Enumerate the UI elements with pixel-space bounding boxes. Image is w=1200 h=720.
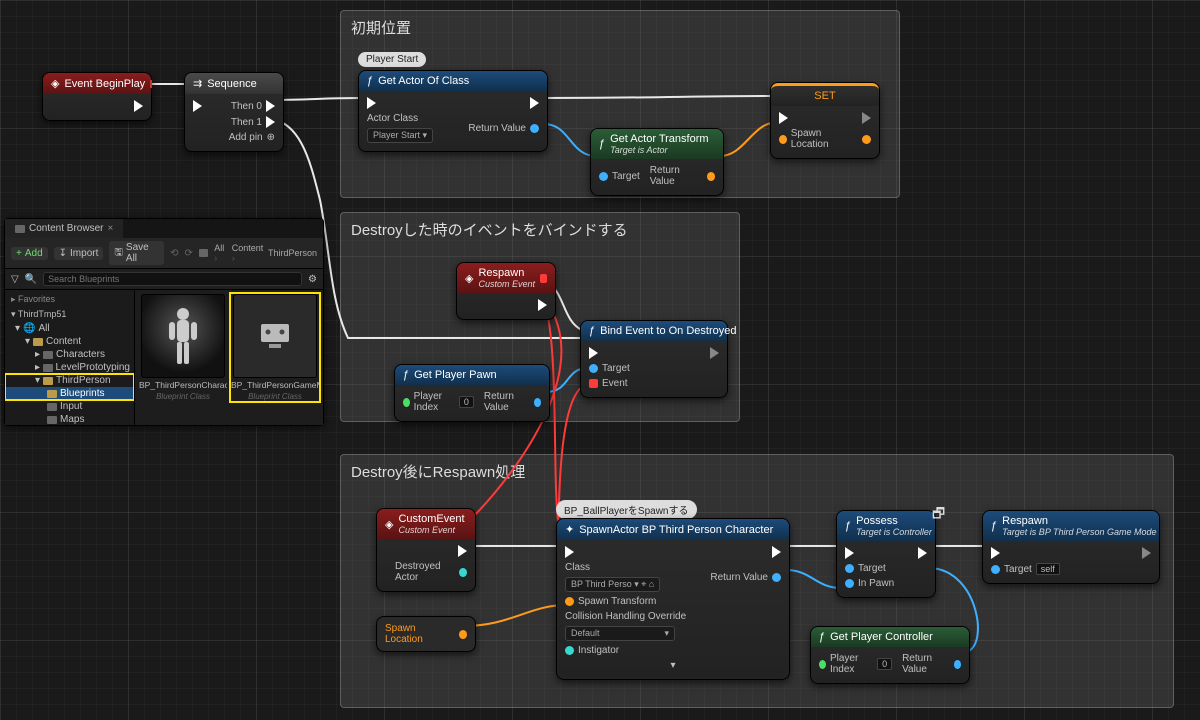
history-back-icon[interactable]: ⟲: [170, 248, 178, 259]
authority-icon: 🗗: [932, 503, 945, 527]
node-spawn-actor[interactable]: ✦SpawnActor BP Third Person Character Cl…: [556, 518, 790, 680]
comment-title: Destroy後にRespawn処理: [341, 455, 1173, 488]
node-sequence[interactable]: ⇉Sequence Then 0 Then 1 Add pin⊕: [184, 72, 284, 152]
bubble-player-start[interactable]: Player Start: [358, 52, 426, 67]
asset-bp-gamemode[interactable]: BP_ThirdPersonGameMode Blueprint Class: [231, 294, 319, 401]
function-icon: ƒ: [819, 631, 825, 643]
event-icon: ◈: [51, 77, 59, 90]
history-fwd-icon[interactable]: ⟳: [184, 248, 192, 259]
filter-icon[interactable]: ▽: [11, 274, 19, 285]
settings-icon[interactable]: ⚙: [308, 274, 317, 285]
event-icon: ◈: [385, 518, 393, 531]
function-icon: ƒ: [845, 520, 851, 532]
node-get-actor-of-class[interactable]: ƒGet Actor Of Class Actor ClassPlayer St…: [358, 70, 548, 152]
node-bind-event-destroyed[interactable]: ƒBind Event to On Destroyed Target Event: [580, 320, 728, 398]
actor-class-dropdown[interactable]: Player Start ▾: [367, 128, 433, 143]
function-icon: ƒ: [599, 138, 605, 150]
content-browser-tab[interactable]: Content Browser×: [5, 219, 123, 238]
breadcrumb[interactable]: AllContentThirdPerson: [214, 243, 317, 263]
node-spawn-location-var[interactable]: Spawn Location: [376, 616, 476, 652]
delegate-icon: [150, 80, 152, 88]
import-button[interactable]: ↧ Import: [54, 247, 104, 260]
all-icon: 🌐: [23, 323, 35, 334]
node-set-spawn-location[interactable]: SET Spawn Location: [770, 82, 880, 159]
folder-icon[interactable]: [199, 249, 208, 257]
sidebar-item-blueprints[interactable]: Blueprints: [5, 387, 134, 400]
sequence-icon: ⇉: [193, 77, 202, 90]
add-button[interactable]: + Add: [11, 247, 48, 260]
content-browser-panel[interactable]: Content Browser× + Add ↧ Import 🖫 Save A…: [4, 218, 324, 426]
node-get-player-pawn[interactable]: ƒGet Player Pawn Player Index0Return Val…: [394, 364, 550, 422]
node-event-beginplay[interactable]: ◈Event BeginPlay: [42, 72, 152, 121]
folder-icon: [15, 225, 25, 233]
expand-icon[interactable]: ▾: [670, 660, 675, 671]
favorites-section[interactable]: ▸ Favorites: [5, 292, 134, 307]
save-all-button[interactable]: 🖫 Save All: [109, 241, 164, 265]
project-section[interactable]: ▾ ThirdTmp51: [5, 307, 134, 322]
node-possess[interactable]: ƒPossessTarget is Controller Target In P…: [836, 510, 936, 598]
comment-title: Destroyした時のイベントをバインドする: [341, 213, 739, 246]
player-index-input[interactable]: 0: [459, 396, 474, 408]
add-pin-icon[interactable]: ⊕: [267, 132, 275, 143]
class-dropdown[interactable]: BP Third Perso ▾ ⌖ ⌂: [565, 577, 660, 592]
search-input[interactable]: [43, 272, 302, 286]
event-icon: ◈: [465, 272, 473, 285]
node-get-actor-transform[interactable]: ƒGet Actor TransformTarget is Actor Targ…: [590, 128, 724, 196]
function-icon: ƒ: [403, 369, 409, 381]
node-respawn-call[interactable]: ƒRespawnTarget is BP Third Person Game M…: [982, 510, 1160, 584]
function-icon: ƒ: [367, 75, 373, 87]
bubble-spawn-bp[interactable]: BP_BallPlayerをSpawnする: [556, 500, 697, 519]
comment-title: 初期位置: [341, 11, 899, 44]
node-custom-event[interactable]: ◈CustomEventCustom Event Destroyed Actor: [376, 508, 476, 592]
function-icon: ƒ: [589, 325, 595, 337]
collision-dropdown[interactable]: Default ▾: [565, 626, 675, 641]
asset-bp-character[interactable]: BP_ThirdPersonCharacter Blueprint Class: [139, 294, 227, 401]
node-get-player-controller[interactable]: ƒGet Player Controller Player Index0Retu…: [810, 626, 970, 684]
close-icon[interactable]: ×: [107, 223, 113, 234]
delegate-icon: [540, 274, 547, 283]
search-icon: 🔍: [25, 274, 37, 285]
spawn-icon: ✦: [565, 523, 574, 536]
node-respawn-event[interactable]: ◈RespawnCustom Event: [456, 262, 556, 320]
function-icon: ƒ: [991, 520, 997, 532]
player-index-input[interactable]: 0: [877, 658, 892, 670]
source-tree[interactable]: ▸ Favorites ▾ ThirdTmp51 ▾🌐All ▾Content …: [5, 290, 135, 425]
